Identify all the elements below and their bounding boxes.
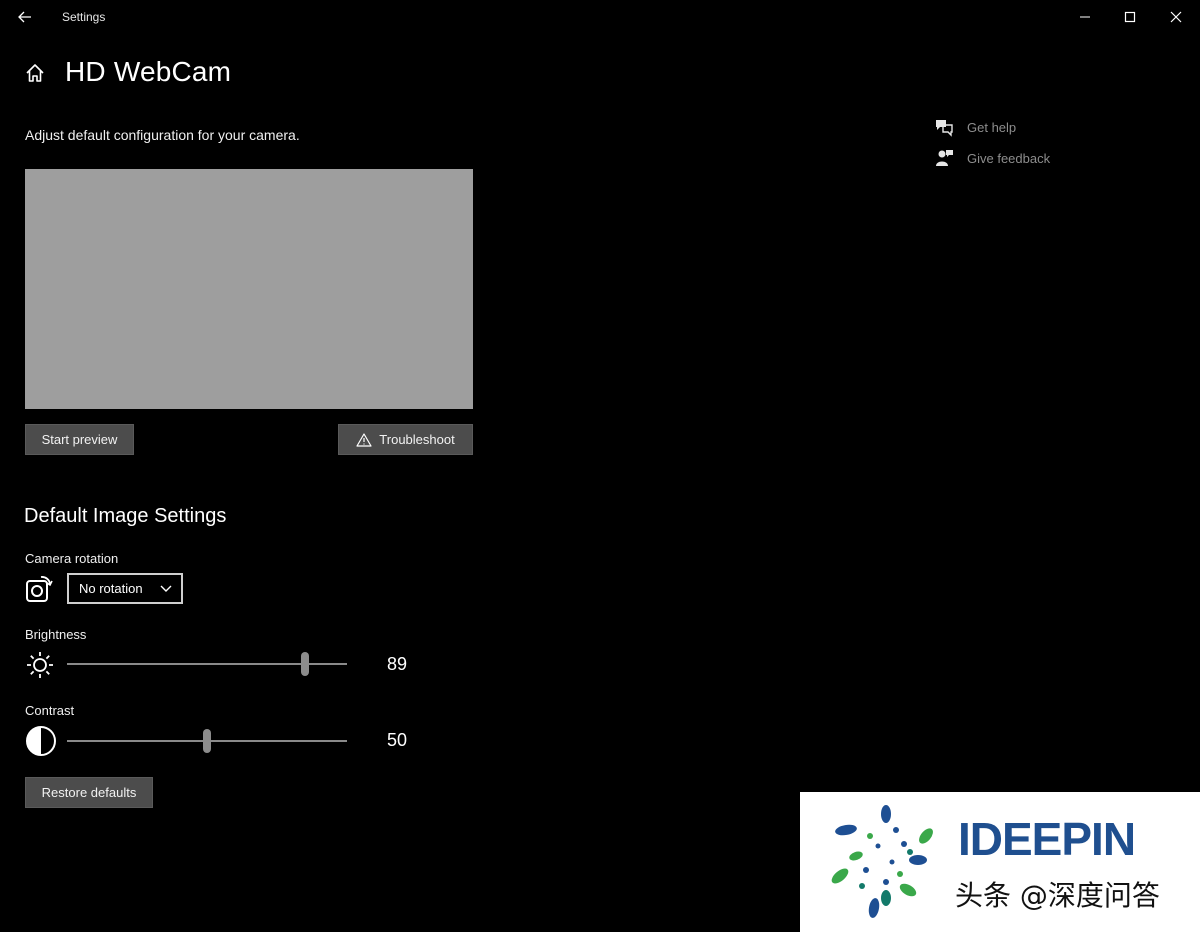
watermark-brand: IDEEPIN	[958, 813, 1136, 865]
ideepin-logo-icon	[826, 802, 938, 920]
minimize-icon	[1080, 16, 1090, 18]
brightness-label: Brightness	[25, 627, 87, 642]
give-feedback-link[interactable]: Give feedback	[934, 148, 1050, 168]
contrast-value: 50	[387, 730, 408, 750]
contrast-icon	[24, 724, 58, 758]
brightness-slider-thumb[interactable]	[300, 652, 309, 676]
rotation-label: Camera rotation	[25, 551, 119, 566]
start-preview-button[interactable]: Start preview	[25, 424, 134, 455]
chevron-down-icon	[160, 585, 172, 592]
chat-help-icon	[936, 120, 953, 137]
rotation-selected: No rotation	[79, 581, 143, 596]
contrast-label: Contrast	[25, 703, 75, 718]
close-icon	[1170, 11, 1182, 23]
maximize-button[interactable]	[1107, 0, 1153, 34]
page-description: Adjust default configuration for your ca…	[25, 127, 300, 143]
maximize-icon	[1124, 11, 1136, 23]
troubleshoot-button[interactable]: Troubleshoot	[338, 424, 473, 455]
camera-preview	[25, 169, 473, 409]
troubleshoot-label: Troubleshoot	[379, 432, 455, 447]
brightness-value: 89	[387, 654, 408, 674]
restore-defaults-button[interactable]: Restore defaults	[25, 777, 153, 808]
section-title: Default Image Settings	[24, 505, 227, 527]
watermark-text: 头条 @深度问答	[955, 879, 1160, 912]
close-button[interactable]	[1153, 0, 1199, 34]
camera-rotate-icon	[24, 573, 54, 605]
window-title: Settings	[62, 10, 106, 24]
give-feedback-label: Give feedback	[967, 150, 1051, 166]
contrast-slider-thumb[interactable]	[203, 729, 211, 753]
home-icon[interactable]	[24, 62, 46, 84]
warning-icon	[356, 432, 372, 447]
minimize-button[interactable]	[1062, 0, 1108, 34]
page-title: HD WebCam	[65, 56, 232, 87]
feedback-icon	[936, 150, 953, 166]
brightness-icon	[24, 650, 56, 680]
rotation-dropdown[interactable]: No rotation	[67, 573, 183, 604]
back-arrow-icon	[18, 11, 31, 23]
get-help-label: Get help	[967, 119, 1017, 135]
back-button[interactable]	[10, 4, 40, 30]
get-help-link[interactable]: Get help	[934, 117, 1016, 137]
